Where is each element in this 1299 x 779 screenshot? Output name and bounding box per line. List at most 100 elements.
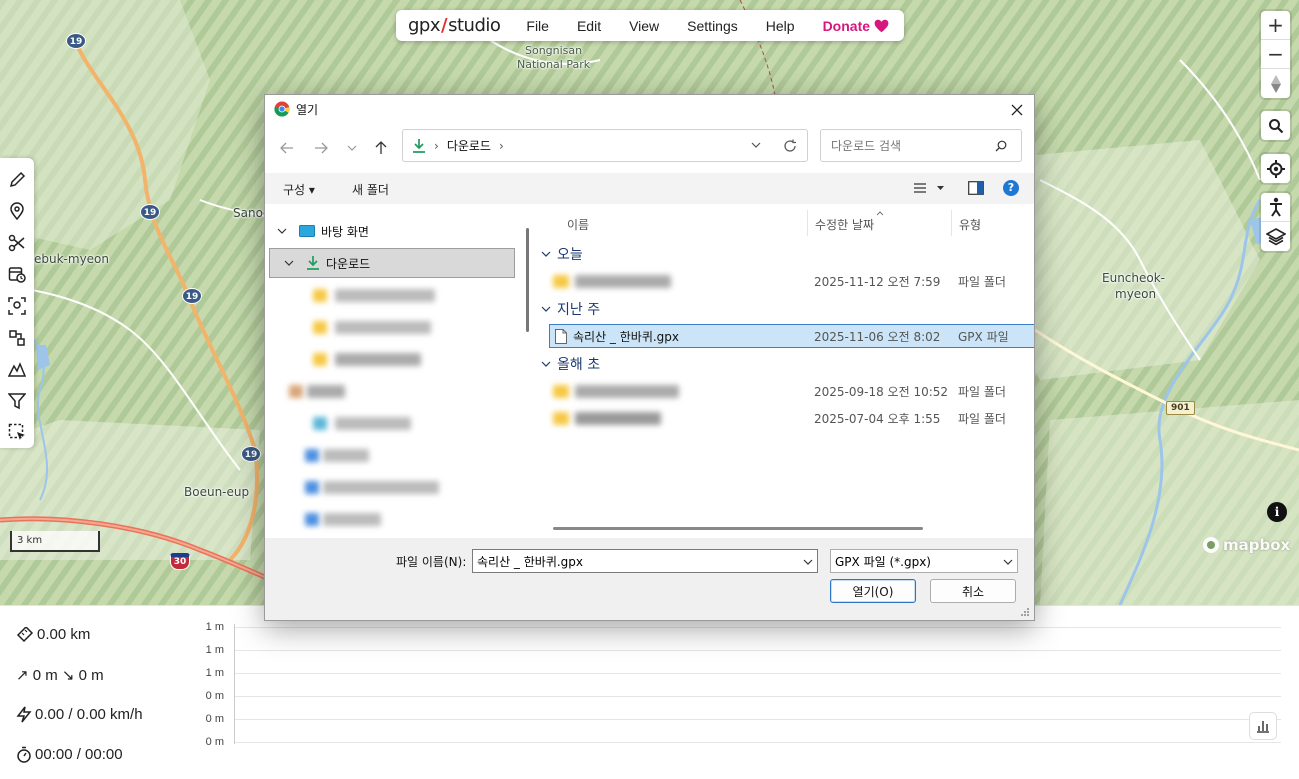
tree-item-desktop[interactable]: 바탕 화면 [265,216,523,246]
column-separator[interactable] [951,210,952,236]
file-row[interactable]: 2025-07-04 오후 1:55 파일 폴더 [549,406,1034,430]
menu-help[interactable]: Help [752,18,809,34]
chevron-down-icon [541,361,551,367]
new-folder-button[interactable]: 새 폴더 [352,181,389,198]
column-date-header[interactable]: 수정한 날짜 [815,216,874,233]
attribution-info-button[interactable]: i [1267,502,1287,522]
streetview-button[interactable] [1261,193,1290,222]
app-logo[interactable]: gpx / studio [408,15,501,36]
route-shield: 19 [182,288,202,304]
tree-item-redacted[interactable] [265,312,523,342]
filetype-select[interactable]: GPX 파일 (*.gpx) [830,549,1018,573]
address-history-icon[interactable] [751,142,761,148]
mapbox-label: mapbox [1223,536,1291,554]
tool-scan[interactable] [2,290,32,322]
tree-scroll-thumb[interactable] [526,228,529,332]
tool-merge[interactable] [2,322,32,354]
tree-item-redacted[interactable] [265,440,523,470]
layers-icon [1265,227,1286,245]
tool-draw[interactable] [2,164,32,196]
file-row[interactable]: 2025-11-12 오전 7:59 파일 폴더 [549,269,1034,293]
column-separator[interactable] [807,210,808,236]
menu-view[interactable]: View [615,18,673,34]
column-name-header[interactable]: 이름 [567,216,589,233]
tree-item-redacted[interactable] [265,376,523,406]
bar-chart-icon [1257,721,1269,733]
file-row-selected[interactable]: 속리산 _ 한바퀴.gpx 2025-11-06 오전 8:02 GPX 파일 [549,324,1034,348]
forward-button[interactable] [310,137,332,159]
filename-value: 속리산 _ 한바퀴.gpx [477,554,584,569]
tree-item-redacted[interactable] [265,280,523,310]
tool-time[interactable] [2,259,32,291]
tool-waypoint[interactable] [2,196,32,228]
zoom-out-button[interactable]: − [1261,40,1290,69]
menu-file[interactable]: File [512,18,563,34]
organize-button[interactable]: 구성 ▾ [283,181,315,198]
donate-button[interactable]: Donate [809,18,903,34]
folder-icon [313,352,327,366]
search-icon [1268,118,1283,133]
filename-input[interactable]: 속리산 _ 한바퀴.gpx [472,549,818,573]
map-label-euncheok-1: Euncheok- [1102,271,1165,285]
tool-elevation[interactable] [2,353,32,385]
breadcrumb-separator: › [434,138,439,153]
column-type-header[interactable]: 유형 [959,216,981,233]
file-date: 2025-07-04 오후 1:55 [814,411,941,426]
zoom-in-button[interactable]: + [1261,11,1290,40]
up-button[interactable] [370,137,392,159]
folder-icon [313,416,327,430]
search-button[interactable] [1261,111,1290,140]
file-row[interactable]: 2025-09-18 오전 10:52 파일 폴더 [549,379,1034,403]
tool-filter[interactable] [2,385,32,417]
preview-pane-button[interactable] [968,181,984,198]
menu-edit[interactable]: Edit [563,18,615,34]
resize-grip-icon[interactable] [1021,608,1030,617]
cancel-button[interactable]: 취소 [930,579,1016,603]
search-input[interactable]: 다운로드 검색 [820,129,1022,162]
breadcrumb-downloads[interactable]: 다운로드 [447,137,491,154]
chevron-down-icon[interactable] [803,559,813,565]
mountain-icon [8,362,26,377]
recent-locations-button[interactable] [341,137,363,159]
expressway-shield: 30 [170,553,190,570]
layers-button[interactable] [1261,222,1290,251]
tree-item-redacted[interactable] [265,472,523,502]
view-list-icon [914,183,944,193]
view-options-button[interactable] [913,182,949,197]
zoom-controls: + − [1261,11,1290,98]
file-icon [555,328,567,344]
help-button[interactable]: ? [1003,180,1019,196]
group-header-today[interactable]: 오늘 [541,244,583,264]
locate-button[interactable] [1261,154,1290,183]
desktop-icon [299,225,315,237]
map-scale: 3 km [10,531,100,552]
donate-label: Donate [822,17,871,34]
tool-select[interactable] [2,417,32,449]
breadcrumb-separator[interactable]: › [499,139,504,153]
compass-button[interactable] [1261,69,1290,98]
scan-icon [8,297,26,315]
tree-item-redacted[interactable] [265,344,523,374]
group-header-last-week[interactable]: 지난 주 [541,299,600,319]
chart-options-button[interactable] [1249,712,1277,740]
list-horizontal-scrollbar[interactable] [553,527,923,530]
address-bar[interactable]: › 다운로드 › [402,129,808,162]
open-button[interactable]: 열기(O) [830,579,916,603]
redacted-label [335,352,421,366]
menu-settings[interactable]: Settings [673,18,752,34]
tool-scissors[interactable] [2,227,32,259]
group-header-this-year[interactable]: 올해 초 [541,354,600,374]
mapbox-logo[interactable]: mapbox [1202,536,1290,554]
dialog-titlebar[interactable]: 열기 [265,95,1034,123]
tree-scrollbar[interactable] [523,210,533,538]
tree-item-redacted[interactable] [265,504,523,534]
speed-stat: 0.00 / 0.00 km/h [16,706,143,723]
dialog-navbar: › 다운로드 › 다운로드 검색 [265,123,1034,173]
tree-item-downloads[interactable]: 다운로드 [269,248,515,278]
heart-icon [874,19,889,32]
redacted-file-name [575,411,661,425]
tree-item-redacted[interactable] [265,408,523,438]
refresh-icon[interactable] [783,139,797,153]
dialog-close-button[interactable] [1006,99,1028,121]
back-button[interactable] [276,137,298,159]
